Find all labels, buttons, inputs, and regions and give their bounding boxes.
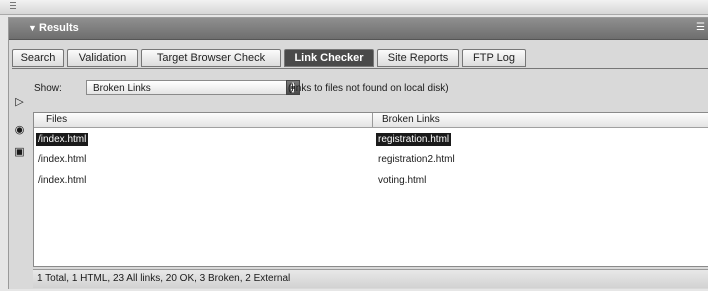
broken-link-cell[interactable]: registration.html — [376, 133, 452, 146]
broken-link-cell[interactable]: voting.html — [376, 174, 428, 187]
show-select[interactable]: Broken Links ▲ ▼ — [86, 80, 300, 95]
tab-link-checker[interactable]: Link Checker — [284, 49, 374, 67]
show-select-value: Broken Links — [93, 83, 151, 94]
window-top-bar — [0, 0, 708, 15]
column-broken-links[interactable]: Broken Links — [382, 114, 440, 125]
broken-link-cell[interactable]: registration2.html — [376, 153, 457, 166]
file-cell: /index.html — [38, 175, 87, 186]
panel-titlebar[interactable]: ▼ Results ☰ — [9, 18, 708, 40]
status-bar: 1 Total, 1 HTML, 23 All links, 20 OK, 3 … — [33, 269, 708, 288]
status-text: 1 Total, 1 HTML, 23 All links, 20 OK, 3 … — [37, 273, 291, 284]
tab-bar: Search Validation Target Browser Check L… — [12, 46, 706, 68]
panel-options-icon[interactable]: ☰ — [696, 22, 705, 33]
table-row[interactable]: /index.html registration.html — [34, 133, 708, 147]
show-description: (links to files not found on local disk) — [288, 83, 449, 94]
results-table: Files Broken Links /index.html registrat… — [33, 112, 708, 267]
triangle-down-icon[interactable]: ▼ — [28, 23, 37, 33]
info-icon[interactable]: ◉ — [13, 124, 26, 137]
tab-target-browser-check[interactable]: Target Browser Check — [141, 49, 281, 67]
tab-divider — [12, 68, 708, 69]
column-separator[interactable] — [372, 113, 373, 127]
panel-title: Results — [39, 22, 79, 34]
table-row[interactable]: /index.html registration2.html — [34, 153, 708, 167]
file-cell: /index.html — [36, 133, 89, 146]
play-icon[interactable]: ▷ — [13, 96, 26, 109]
table-row[interactable]: /index.html voting.html — [34, 174, 708, 188]
show-label: Show: — [34, 83, 62, 94]
tab-ftp-log[interactable]: FTP Log — [462, 49, 526, 67]
column-header: Files Broken Links — [34, 113, 708, 128]
tab-site-reports[interactable]: Site Reports — [377, 49, 459, 67]
column-files[interactable]: Files — [46, 114, 67, 125]
file-cell: /index.html — [38, 154, 87, 165]
save-icon[interactable]: ▣ — [13, 146, 26, 159]
tab-search[interactable]: Search — [12, 49, 64, 67]
grip-icon[interactable] — [10, 2, 16, 11]
tab-validation[interactable]: Validation — [67, 49, 138, 67]
